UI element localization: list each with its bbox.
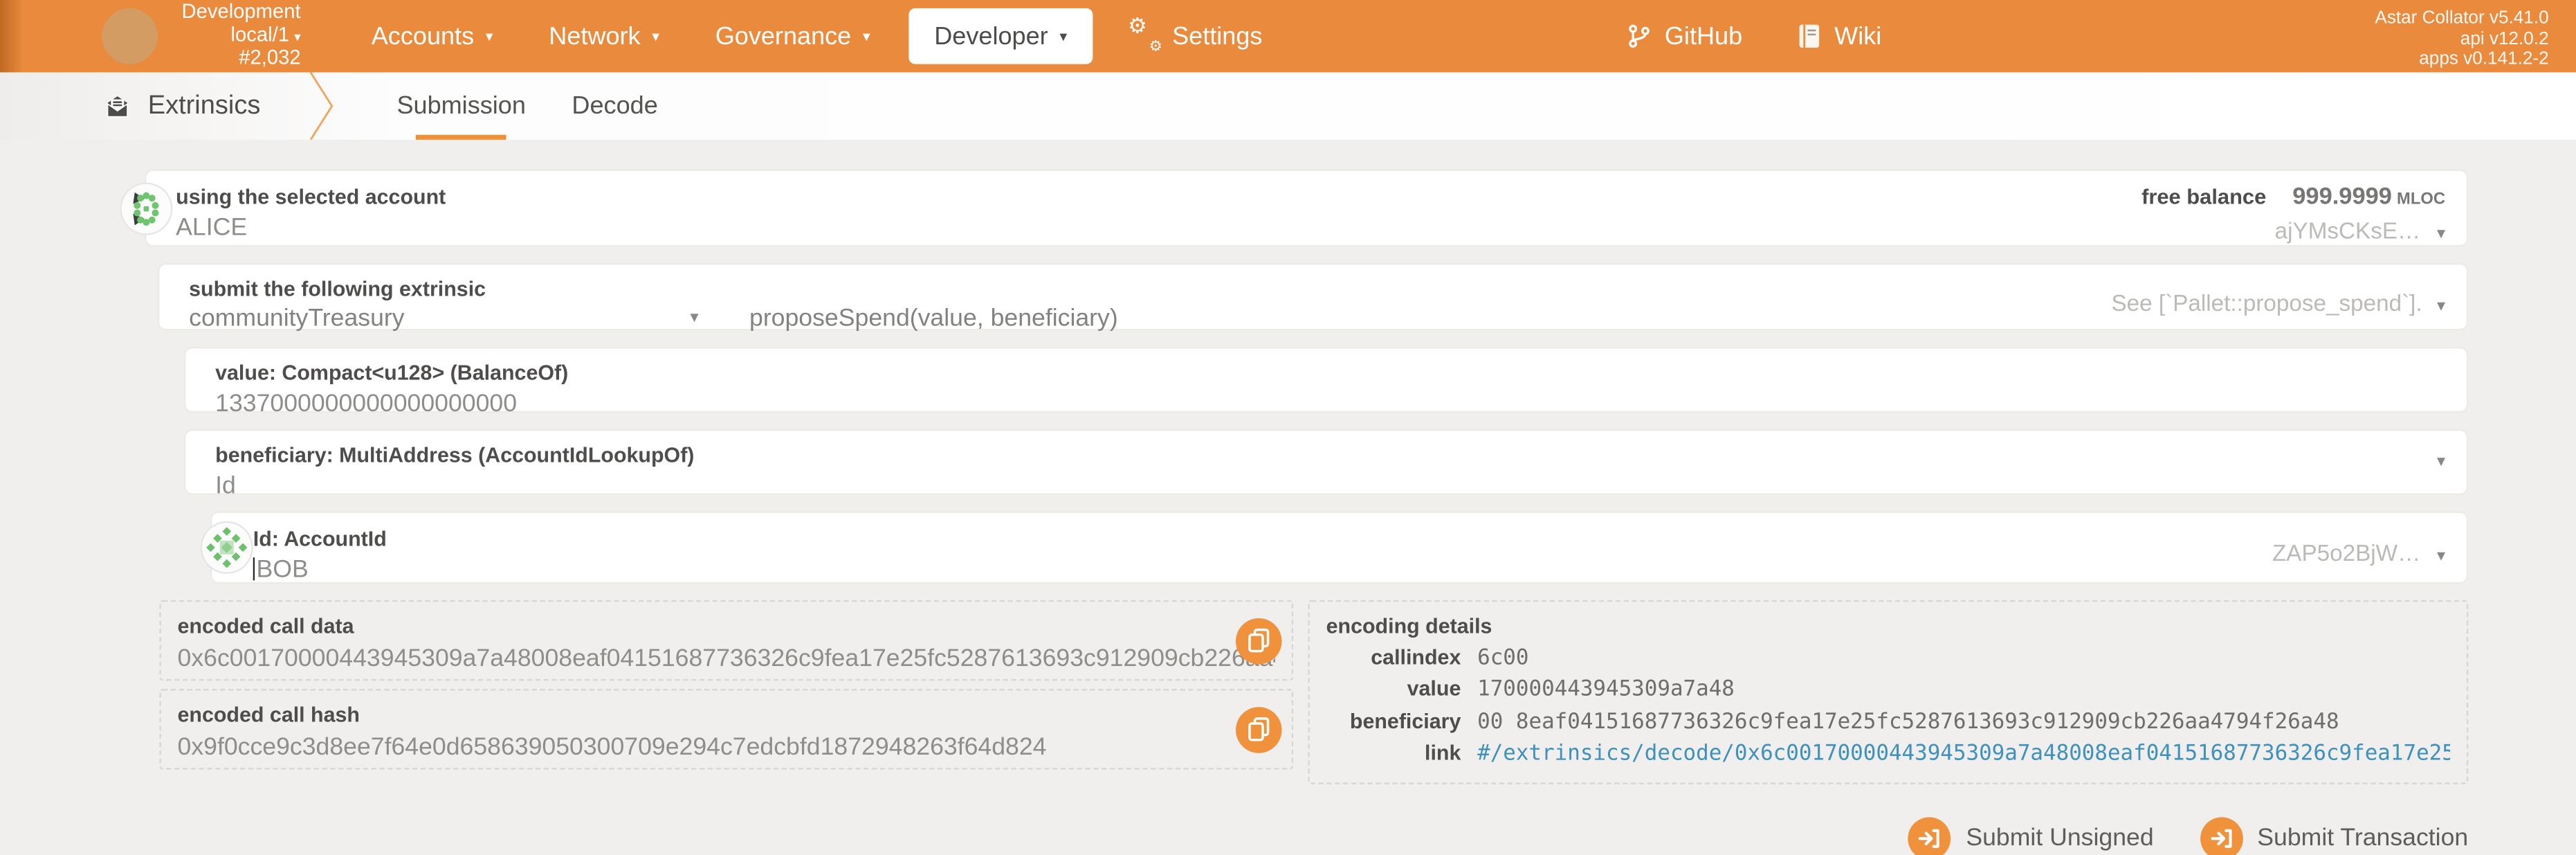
encoded-call-data-label: encoded call data [178,613,1276,638]
account-selector-row[interactable]: using the selected account ALICE free ba… [145,170,2468,247]
id-address-short: ZAP5o2BjW… [2272,539,2420,566]
encoded-call-hash-box: encoded call hash 0x9f0cce9c3d8ee7f64e0d… [159,689,1293,769]
encoding-details-box: encoding details callindex 6c00 value 17… [1308,600,2469,784]
copy-icon [1248,628,1270,653]
wiki-link[interactable]: Wiki [1798,22,1881,50]
param-id-input[interactable]: BOB [253,556,2437,584]
polkadot-apps-ui: Development local/1▾ #2,032 Accounts▾ Ne… [0,0,2576,855]
text-cursor [253,557,255,580]
chain-node: local/1▾ [172,24,300,48]
chevron-down-icon: ▾ [486,27,493,45]
chevron-down-icon: ▾ [652,27,659,45]
selected-account-name: ALICE [176,214,2437,242]
nav-accounts[interactable]: Accounts▾ [343,0,521,73]
free-balance-unit: MLOC [2397,191,2445,209]
encoded-outputs: encoded call data 0x6c00170000443945309a… [159,600,2468,784]
gear-icon: ⚙⚙ [1131,21,1161,51]
pallet-select[interactable]: communityTreasury [189,304,690,332]
top-header: Development local/1▾ #2,032 Accounts▾ Ne… [0,0,2576,73]
encoding-row-beneficiary: beneficiary 00 8eaf04151687736326c9fea17… [1326,707,2451,739]
encoded-call-hash-label: encoded call hash [178,702,1276,727]
param-value-label: value: Compact<u128> (BalanceOf) [215,360,2437,385]
encoded-call-hash-value: 0x9f0cce9c3d8ee7f64e0d658639050300709e29… [178,733,1276,761]
param-beneficiary-row: beneficiary: MultiAddress (AccountIdLook… [184,429,2468,495]
alice-identicon[interactable] [122,183,171,233]
submit-transaction-button[interactable]: Submit Transaction [2200,816,2468,855]
apps-version: apps v0.141.2-2 [2375,49,2548,70]
param-id-label: Id: AccountId [253,526,2437,551]
extrinsic-selects: communityTreasury ▾ proposeSpend(value, … [189,304,2437,332]
copy-icon [1248,717,1270,742]
free-balance-value: 999.9999 [2292,184,2392,210]
tab-bar: Extrinsics Submission Decode [0,73,2576,140]
chain-block-number: #2,032 [172,48,300,70]
method-select[interactable]: proposeSpend(value, beneficiary) [749,304,1118,332]
account-address-short: ajYMsCKsE… [2275,217,2421,244]
sign-in-icon [1908,816,1951,855]
chain-info[interactable]: Development local/1▾ #2,032 [102,2,300,71]
free-balance-label: free balance [2141,184,2266,209]
encoded-call-data-box: encoded call data 0x6c00170000443945309a… [159,600,1293,681]
account-selector-label: using the selected account [176,184,2437,209]
chevron-down-icon[interactable]: ▾ [691,309,750,327]
chain-logo-avatar[interactable] [102,8,158,64]
encoding-row-value: value 170000443945309a7a48 [1326,675,2451,707]
main-nav: Accounts▾ Network▾ Governance▾ Developer… [343,0,1290,73]
copy-call-data-button[interactable] [1236,618,1282,664]
chevron-down-icon[interactable]: ▾ [2437,548,2445,566]
envelope-icon [104,93,131,119]
screenshot-viewport: Development local/1▾ #2,032 Accounts▾ Ne… [0,0,2576,855]
account-address-line: ajYMsCKsE… ▾ [2141,217,2445,244]
chain-name: Development [172,2,300,24]
submit-actions: Submit Unsigned Submit Transaction [0,816,2468,855]
nav-developer[interactable]: Developer▾ [908,8,1093,64]
book-icon [1798,23,1821,49]
extrinsic-selector-label: submit the following extrinsic [189,276,2437,301]
param-value-input[interactable]: 1337000000000000000000 [215,390,2437,417]
external-links: GitHub Wiki [1627,0,1881,73]
version-info: Astar Collator v5.41.0 api v12.0.2 apps … [2375,8,2548,70]
encoded-call-data-value: 0x6c00170000443945309a7a48008eaf04151687… [178,645,1276,672]
chevron-down-icon[interactable]: ▾ [2437,225,2445,243]
sign-in-icon [2200,816,2242,855]
section-title: Extrinsics [148,91,261,121]
git-branch-icon [1627,23,1652,49]
section-divider [310,73,335,140]
param-value-row: value: Compact<u128> (BalanceOf) 1337000… [184,347,2468,413]
api-version: api v12.0.2 [2375,29,2548,50]
chevron-down-icon[interactable]: ▾ [2437,298,2445,316]
github-link[interactable]: GitHub [1627,22,1742,50]
submit-unsigned-button[interactable]: Submit Unsigned [1908,816,2153,855]
chain-text: Development local/1▾ #2,032 [172,2,300,71]
section-heading: Extrinsics [104,73,261,140]
id-address-line: ZAP5o2BjW… ▾ [2272,539,2445,566]
chevron-down-icon[interactable]: ▾ [2437,453,2445,471]
decode-link[interactable]: #/extrinsics/decode/0x6c0017000044394530… [1477,740,2450,771]
method-docs: See [`Pallet::propose_spend`].▾ [2112,289,2445,316]
copy-call-hash-button[interactable] [1236,706,1282,753]
free-balance-line: free balance 999.9999 MLOC [2141,184,2445,210]
nav-network[interactable]: Network▾ [521,0,687,73]
balance-block: free balance 999.9999 MLOC ajYMsCKsE… ▾ [2141,184,2445,244]
extrinsic-selector-row: submit the following extrinsic community… [158,263,2468,330]
bob-identicon[interactable] [202,523,251,572]
node-version: Astar Collator v5.41.0 [2375,8,2548,29]
chevron-down-icon: ▾ [1059,27,1067,45]
param-id-row: Id: AccountId BOB ZAP5o2BjW… ▾ [210,512,2468,584]
chevron-down-icon: ▾ [294,29,301,44]
extrinsics-submission-page: using the selected account ALICE free ba… [0,170,2576,855]
param-beneficiary-label: beneficiary: MultiAddress (AccountIdLook… [215,442,2437,467]
tab-submission[interactable]: Submission [374,73,549,140]
encoding-row-callindex: callindex 6c00 [1326,643,2451,675]
chevron-down-icon: ▾ [863,27,870,45]
nav-governance[interactable]: Governance▾ [687,0,898,73]
tab-decode[interactable]: Decode [549,73,681,140]
encoded-outputs-left: encoded call data 0x6c00170000443945309a… [159,600,1293,784]
encoding-details-title: encoding details [1326,613,2451,638]
encoding-row-link: link #/extrinsics/decode/0x6c00170000443… [1326,739,2451,771]
param-beneficiary-type-select[interactable]: Id [215,472,2437,500]
nav-settings[interactable]: ⚙⚙ Settings [1103,0,1290,73]
